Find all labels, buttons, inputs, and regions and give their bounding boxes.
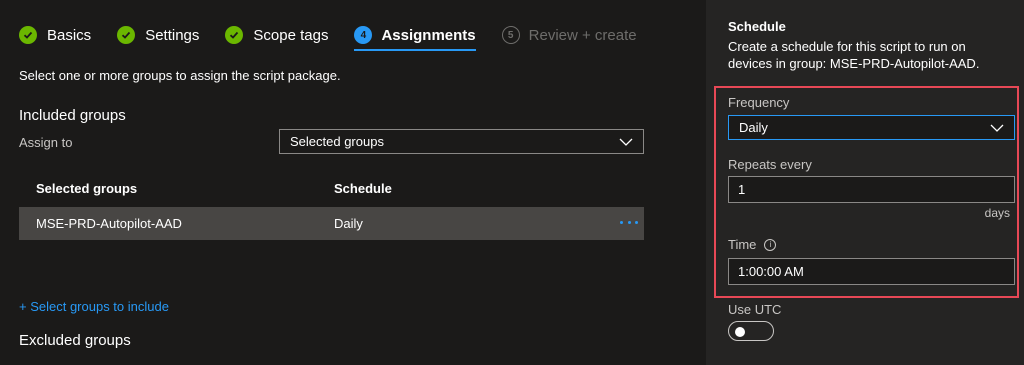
toggle-knob [735,327,745,337]
frequency-label: Frequency [728,95,790,110]
checkmark-icon [225,26,244,44]
checkmark-icon [117,26,136,44]
table-row[interactable]: MSE-PRD-Autopilot-AAD Daily [19,207,644,240]
step-scope-tags[interactable]: Scope tags [225,22,328,48]
chevron-down-icon [990,120,1004,135]
frequency-dropdown[interactable]: Daily [728,115,1015,140]
schedule-cell: Daily [334,216,363,231]
schedule-panel: Schedule Create a schedule for this scri… [706,0,1024,365]
frequency-value: Daily [739,120,768,135]
assign-to-value: Selected groups [290,134,384,149]
assign-to-dropdown[interactable]: Selected groups [279,129,644,154]
checkmark-icon [19,26,37,44]
step-number-badge: 4 [354,26,373,44]
groups-table-header: Selected groups Schedule [19,172,644,206]
step-settings[interactable]: Settings [117,22,199,48]
repeats-unit-label: days [984,206,1010,220]
use-utc-label: Use UTC [728,302,782,317]
wizard-steps: Basics Settings Scope tags 4 Assignments… [19,22,663,51]
step-label: Settings [145,26,200,44]
repeats-every-label: Repeats every [728,157,812,172]
column-header-schedule: Schedule [334,181,392,196]
time-input[interactable]: 1:00:00 AM [728,258,1015,285]
step-label: Scope tags [253,26,329,44]
step-label: Assignments [381,26,476,44]
assign-to-label: Assign to [19,135,73,150]
step-review-create[interactable]: 5 Review + create [501,22,637,48]
group-name-cell: MSE-PRD-Autopilot-AAD [36,216,182,231]
time-label: Time [728,237,757,252]
step-label: Basics [47,26,92,44]
column-header-selected-groups: Selected groups [36,181,138,196]
excluded-groups-title: Excluded groups [19,332,131,349]
panel-title: Schedule [728,19,786,34]
info-icon[interactable]: i [764,238,777,251]
intro-text: Select one or more groups to assign the … [19,68,341,83]
step-basics[interactable]: Basics [19,22,91,48]
use-utc-toggle[interactable] [728,321,774,341]
step-label: Review + create [528,26,637,44]
panel-description: Create a schedule for this script to run… [728,39,980,71]
select-groups-link[interactable]: + Select groups to include [19,299,169,314]
time-label-row: Time i [728,237,777,252]
step-assignments[interactable]: 4 Assignments [354,22,476,51]
included-groups-title: Included groups [19,107,126,124]
chevron-down-icon [619,134,633,149]
more-options-icon[interactable] [620,215,638,229]
repeats-every-input[interactable]: 1 [728,176,1015,203]
main-content: Basics Settings Scope tags 4 Assignments… [0,0,706,365]
step-number-badge: 5 [501,26,520,44]
